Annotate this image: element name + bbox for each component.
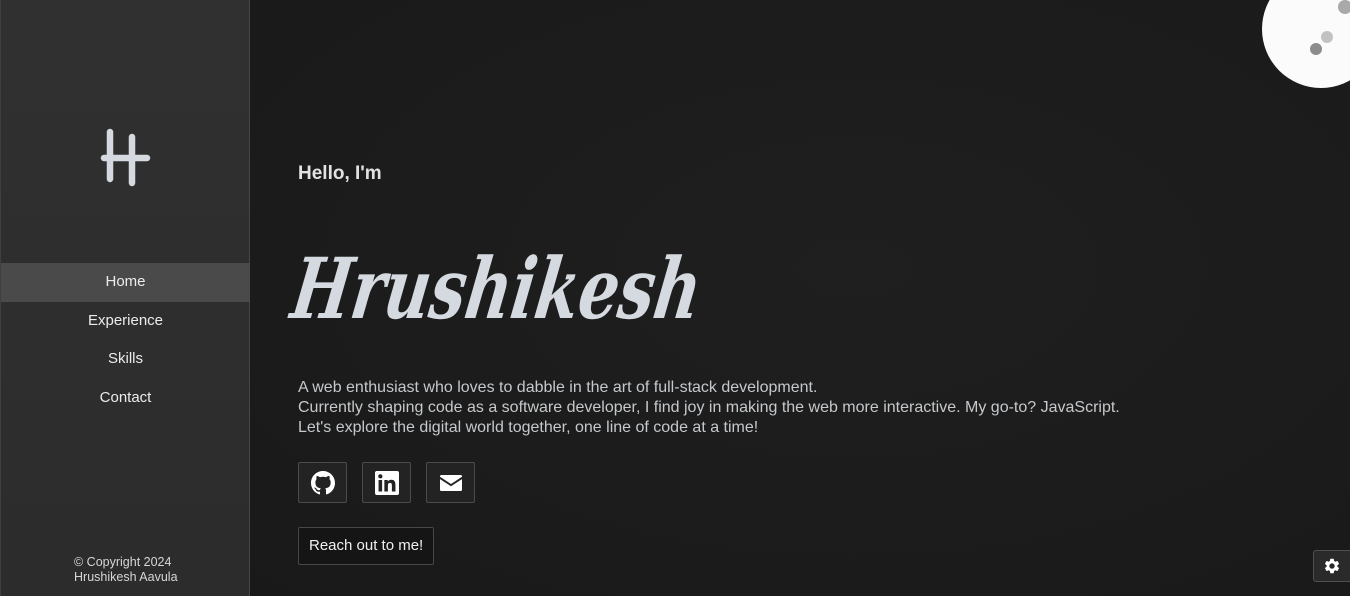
nav-item-skills[interactable]: Skills (1, 340, 250, 379)
bio-text: A web enthusiast who loves to dabble in … (298, 378, 1120, 438)
copyright-owner: Hrushikesh Aavula (74, 570, 178, 584)
github-icon (310, 470, 335, 494)
email-link[interactable] (426, 462, 475, 503)
copyright: © Copyright 2024 Hrushikesh Aavula (74, 555, 178, 585)
github-link[interactable] (298, 462, 347, 503)
reach-out-button[interactable]: Reach out to me! (298, 527, 435, 565)
linkedin-link[interactable] (362, 462, 411, 503)
moon-crater (1338, 0, 1350, 14)
linkedin-icon (374, 470, 399, 495)
name-signature: Hrushikesh (286, 239, 706, 333)
svg-text:Hrushikesh: Hrushikesh (286, 239, 706, 333)
gear-icon (1324, 558, 1340, 574)
bio-line: Currently shaping code as a software dev… (298, 399, 1120, 416)
h-monogram-logo[interactable] (100, 127, 152, 189)
bio-line: A web enthusiast who loves to dabble in … (298, 379, 818, 396)
greeting: Hello, I'm (298, 163, 382, 184)
bio-line: Let's explore the digital world together… (298, 419, 759, 436)
nav-item-home[interactable]: Home (1, 263, 250, 302)
nav-item-experience[interactable]: Experience (1, 302, 250, 341)
sidebar: Home Experience Skills Contact © Copyrig… (0, 0, 250, 596)
hero-section: Hello, I'm Hrushikesh A web enthusiast w… (250, 0, 1350, 596)
nav-item-contact[interactable]: Contact (1, 379, 250, 418)
envelope-icon (439, 474, 462, 491)
moon-crater (1321, 31, 1333, 43)
social-links (298, 462, 475, 503)
copyright-year: © Copyright 2024 (74, 555, 172, 569)
moon-crater (1310, 43, 1322, 55)
settings-button[interactable] (1313, 550, 1350, 582)
main-nav: Home Experience Skills Contact (1, 263, 250, 417)
